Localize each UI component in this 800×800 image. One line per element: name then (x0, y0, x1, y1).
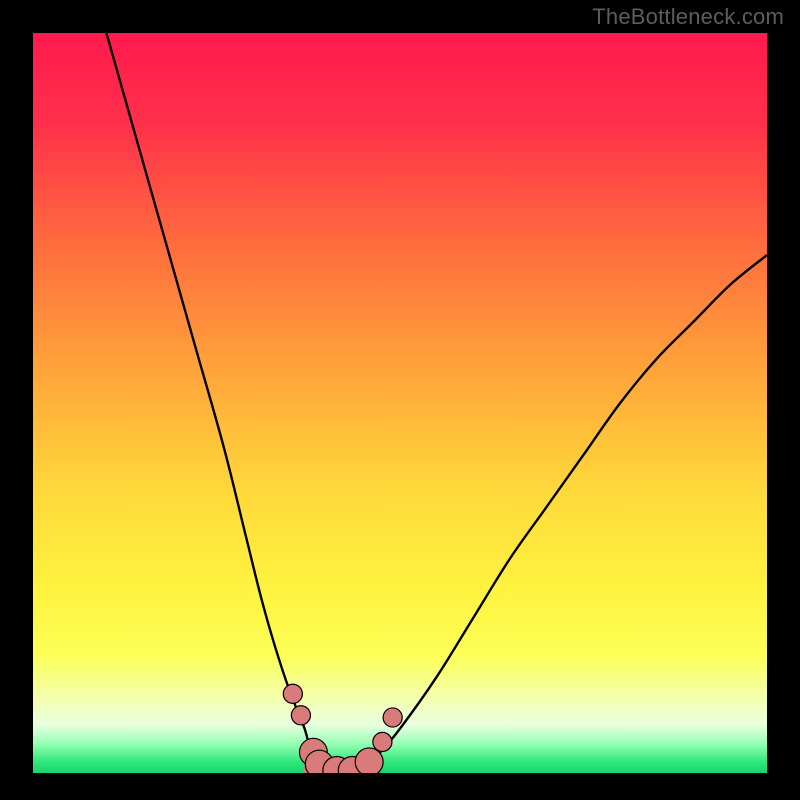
curve-marker (355, 748, 383, 773)
curve-line (106, 33, 767, 771)
curve-marker (383, 708, 402, 727)
chart-frame: TheBottleneck.com (0, 0, 800, 800)
bottleneck-curve (33, 33, 767, 773)
curve-marker (283, 684, 302, 703)
curve-marker (373, 732, 392, 751)
curve-markers (283, 684, 402, 773)
plot-area (33, 33, 767, 773)
watermark-text: TheBottleneck.com (592, 4, 784, 30)
curve-marker (291, 706, 310, 725)
